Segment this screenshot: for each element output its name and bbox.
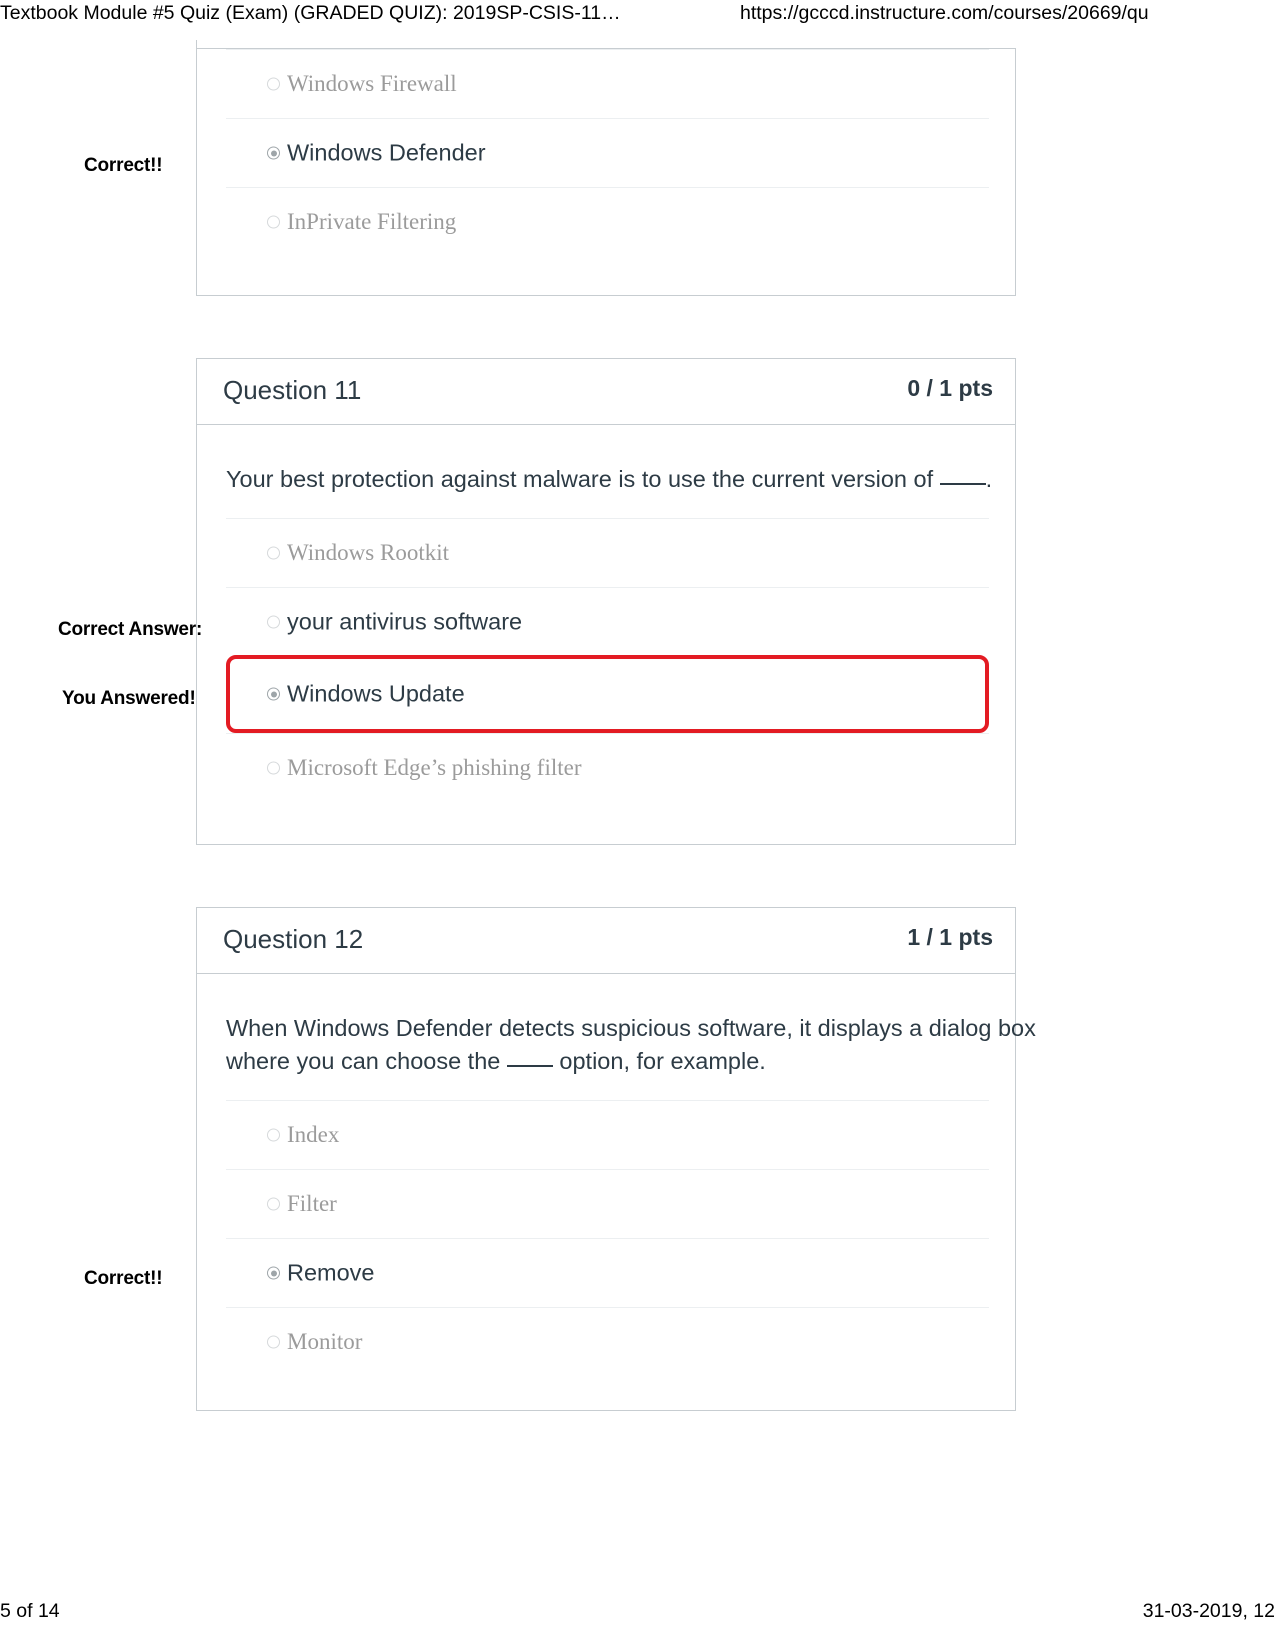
question-text-pre: Your best protection against malware is … bbox=[226, 466, 940, 492]
fill-in-blank bbox=[506, 1065, 553, 1067]
answer-label: Monitor bbox=[287, 1329, 363, 1354]
question-points: 1 / 1 pts bbox=[907, 924, 993, 950]
answer-label: Windows Update bbox=[287, 680, 465, 707]
answer-list: Windows Rootkit your antivirus software … bbox=[197, 518, 1015, 824]
radio-selected-icon[interactable] bbox=[267, 687, 280, 701]
answer-option[interactable]: Windows Defender bbox=[226, 118, 989, 187]
answer-option[interactable]: Windows Rootkit bbox=[226, 518, 989, 587]
print-header-title: Textbook Module #5 Quiz (Exam) (GRADED Q… bbox=[0, 2, 621, 24]
answer-label: Filter bbox=[287, 1191, 337, 1216]
answer-label: Index bbox=[287, 1122, 340, 1147]
radio-unselected-icon[interactable] bbox=[267, 77, 280, 91]
radio-unselected-icon[interactable] bbox=[267, 1335, 280, 1349]
annotation-correct: Correct!! bbox=[84, 1268, 163, 1289]
answer-list: Index Filter Remove Monitor bbox=[197, 1100, 1015, 1398]
answer-option[interactable]: InPrivate Filtering bbox=[226, 187, 989, 256]
question-points: 0 / 1 pts bbox=[907, 375, 993, 401]
answer-option[interactable]: Monitor bbox=[226, 1307, 989, 1376]
card-spine bbox=[196, 40, 197, 50]
print-footer: 5 of 14 31-03-2019, 12 bbox=[0, 1600, 1275, 1640]
radio-selected-icon[interactable] bbox=[267, 1266, 280, 1280]
answer-label: Windows Firewall bbox=[287, 71, 457, 96]
question-title: Question 12 bbox=[223, 924, 364, 954]
annotation-you-answered: You Answered! bbox=[62, 688, 196, 709]
print-header: Textbook Module #5 Quiz (Exam) (GRADED Q… bbox=[0, 0, 1275, 34]
answer-option[interactable]: Windows Firewall bbox=[226, 49, 989, 118]
answer-label: Microsoft Edge’s phishing filter bbox=[287, 755, 582, 780]
answer-option-correct[interactable]: your antivirus software bbox=[226, 587, 989, 656]
radio-unselected-icon[interactable] bbox=[267, 546, 280, 560]
answer-label: InPrivate Filtering bbox=[287, 209, 457, 234]
answer-option[interactable]: Index bbox=[226, 1100, 989, 1169]
answer-label: Windows Rootkit bbox=[287, 540, 449, 565]
radio-unselected-icon[interactable] bbox=[267, 215, 280, 229]
radio-unselected-icon[interactable] bbox=[267, 1128, 280, 1142]
question-text-post: . bbox=[985, 466, 993, 492]
print-footer-page: 5 of 14 bbox=[0, 1600, 60, 1622]
answer-label: Windows Defender bbox=[287, 139, 486, 166]
radio-selected-icon[interactable] bbox=[267, 146, 280, 160]
annotation-correct-answer: Correct Answer: bbox=[58, 619, 203, 640]
answer-option-your-answer[interactable]: Windows Update bbox=[226, 655, 989, 733]
question-text: When Windows Defender detects suspicious… bbox=[197, 974, 1112, 1100]
print-footer-date: 31-03-2019, 12 bbox=[1142, 1600, 1275, 1622]
fill-in-blank bbox=[939, 483, 986, 485]
radio-unselected-icon[interactable] bbox=[267, 1197, 280, 1211]
answer-label: your antivirus software bbox=[287, 608, 523, 635]
answer-list: Windows Firewall Windows Defender InPriv… bbox=[197, 49, 1015, 278]
answer-option[interactable]: Filter bbox=[226, 1169, 989, 1238]
question-body: Your best protection against malware is … bbox=[197, 425, 1015, 824]
print-header-url: https://gcccd.instructure.com/courses/20… bbox=[740, 2, 1149, 24]
question-title: Question 11 bbox=[223, 375, 362, 405]
radio-unselected-icon[interactable] bbox=[267, 615, 280, 629]
question-card-11: Question 11 0 / 1 pts Your best protecti… bbox=[196, 358, 1016, 845]
question-body: When Windows Defender detects suspicious… bbox=[197, 974, 1036, 1398]
question-header: Question 12 1 / 1 pts bbox=[197, 908, 1015, 974]
annotation-correct: Correct!! bbox=[84, 155, 163, 176]
question-card-12: Question 12 1 / 1 pts When Windows Defen… bbox=[196, 907, 1036, 1411]
question-text: Your best protection against malware is … bbox=[197, 425, 1015, 518]
question-header: Question 11 0 / 1 pts bbox=[197, 359, 1015, 425]
answer-label: Remove bbox=[287, 1259, 375, 1286]
answer-option[interactable]: Microsoft Edge’s phishing filter bbox=[226, 733, 989, 802]
question-text-post: option, for example. bbox=[552, 1048, 766, 1074]
question-body: Windows Firewall Windows Defender InPriv… bbox=[197, 49, 1015, 278]
question-card-partial: Windows Firewall Windows Defender InPriv… bbox=[196, 48, 1016, 296]
radio-unselected-icon[interactable] bbox=[267, 761, 280, 775]
answer-option[interactable]: Remove bbox=[226, 1238, 989, 1307]
